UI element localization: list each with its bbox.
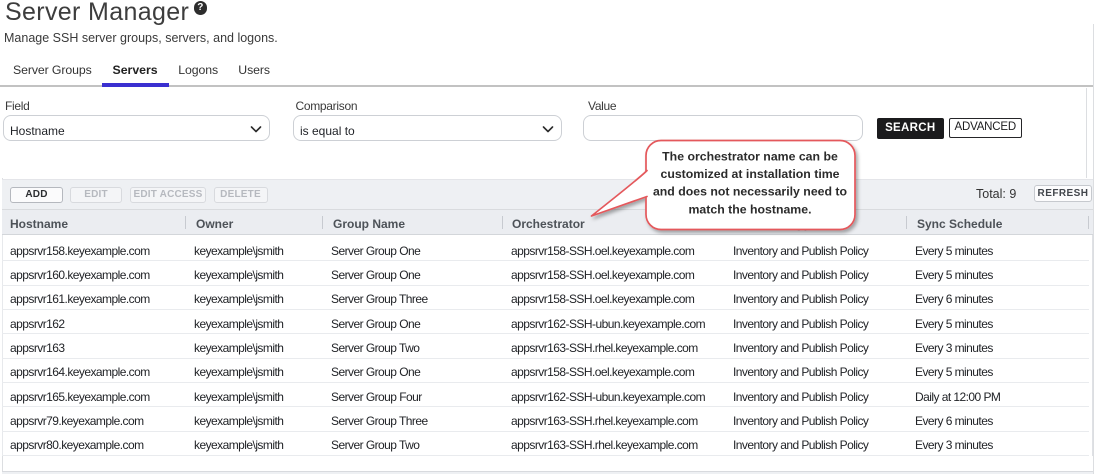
svg-text:customized at installation tim: customized at installation time bbox=[660, 167, 839, 181]
svg-text:The orchestrator name can be: The orchestrator name can be bbox=[662, 150, 838, 164]
svg-text:and does not necessarily need: and does not necessarily need to bbox=[653, 185, 848, 199]
svg-text:match the hostname.: match the hostname. bbox=[689, 202, 812, 216]
